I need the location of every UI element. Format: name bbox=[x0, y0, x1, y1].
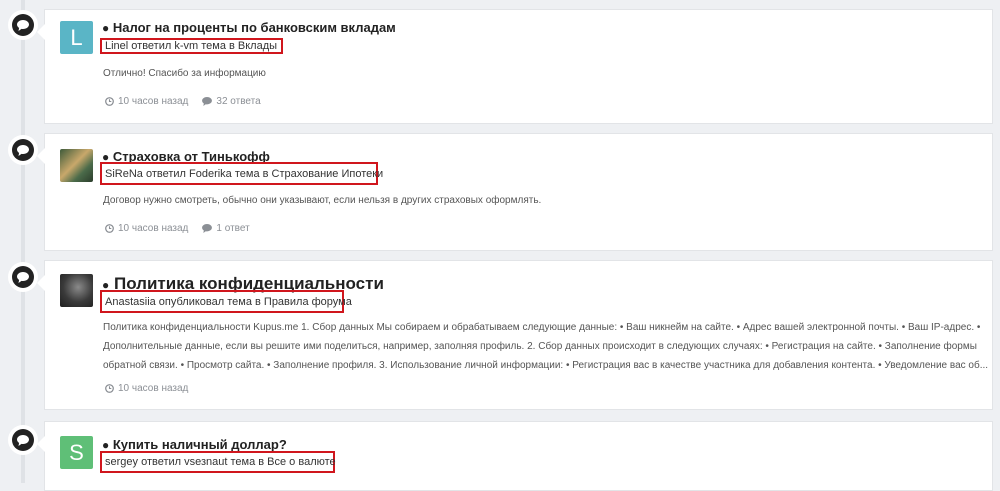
activity-card: S ● Купить наличный доллар? sergey ответ… bbox=[37, 421, 993, 491]
activity-card: L ● Налог на проценты по банковским вкла… bbox=[37, 9, 993, 124]
post-snippet-line: обратной связи. • Просмотр сайта. • Запо… bbox=[103, 360, 989, 371]
post-title-text[interactable]: Купить наличный доллар? bbox=[113, 437, 287, 452]
comment-icon bbox=[202, 224, 213, 233]
activity-card: ● Политика конфиденциальности Anastasiia… bbox=[37, 260, 993, 410]
timeline-line bbox=[21, 0, 25, 483]
comment-icon bbox=[202, 97, 213, 106]
post-snippet: Отлично! Спасибо за информацию bbox=[103, 68, 266, 79]
post-meta: sergey ответил vsезnaut тема в Все о вал… bbox=[100, 451, 336, 473]
post-stats: 10 часов назад bbox=[105, 383, 188, 394]
post-time: 10 часов назад bbox=[105, 96, 188, 107]
avatar[interactable] bbox=[60, 274, 93, 307]
post-meta: SiReNa ответил Foderika тема в Страхован… bbox=[100, 162, 383, 185]
post-replies-text: 1 ответ bbox=[216, 223, 250, 234]
avatar[interactable] bbox=[60, 149, 93, 182]
post-snippet: Политика конфиденциальности Kupus.me 1. … bbox=[103, 318, 988, 375]
post-title-text[interactable]: Налог на проценты по банковским вкладам bbox=[113, 20, 396, 35]
post-title[interactable]: ● Налог на проценты по банковским вклада… bbox=[102, 20, 396, 35]
avatar[interactable]: S bbox=[60, 436, 93, 469]
post-replies: 32 ответа bbox=[202, 96, 261, 107]
post-snippet-line: Дополнительные данные, если вы решите им… bbox=[103, 341, 977, 352]
post-time: 10 часов назад bbox=[105, 223, 188, 234]
post-time-text: 10 часов назад bbox=[118, 223, 189, 234]
speech-bubble-icon bbox=[8, 135, 38, 165]
bullet: ● bbox=[102, 438, 110, 452]
avatar[interactable]: L bbox=[60, 21, 93, 54]
post-replies: 1 ответ bbox=[202, 223, 250, 234]
post-meta: Linel ответил k-vm тема в Вклады bbox=[100, 38, 283, 54]
speech-bubble-icon bbox=[8, 425, 38, 455]
post-snippet-line: Политика конфиденциальности Kupus.me 1. … bbox=[103, 322, 981, 333]
post-snippet: Договор нужно смотреть, обычно они указы… bbox=[103, 195, 542, 206]
post-replies-text: 32 ответа bbox=[216, 96, 261, 107]
post-meta: Anastasiia опубликовал тема в Правила фо… bbox=[100, 290, 352, 313]
clock-icon bbox=[105, 97, 114, 106]
post-stats: 10 часов назад 32 ответа bbox=[105, 96, 261, 107]
post-stats: 10 часов назад 1 ответ bbox=[105, 223, 250, 234]
clock-icon bbox=[105, 384, 114, 393]
bullet: ● bbox=[102, 21, 110, 35]
activity-card: ● Страховка от Тинькофф SiReNa ответил F… bbox=[37, 133, 993, 251]
speech-bubble-icon bbox=[8, 10, 38, 40]
post-time-text: 10 часов назад bbox=[118, 96, 189, 107]
post-time-text: 10 часов назад bbox=[118, 383, 189, 394]
post-time: 10 часов назад bbox=[105, 383, 188, 394]
clock-icon bbox=[105, 224, 114, 233]
post-title[interactable]: ● Купить наличный доллар? bbox=[102, 437, 287, 452]
speech-bubble-icon bbox=[8, 262, 38, 292]
